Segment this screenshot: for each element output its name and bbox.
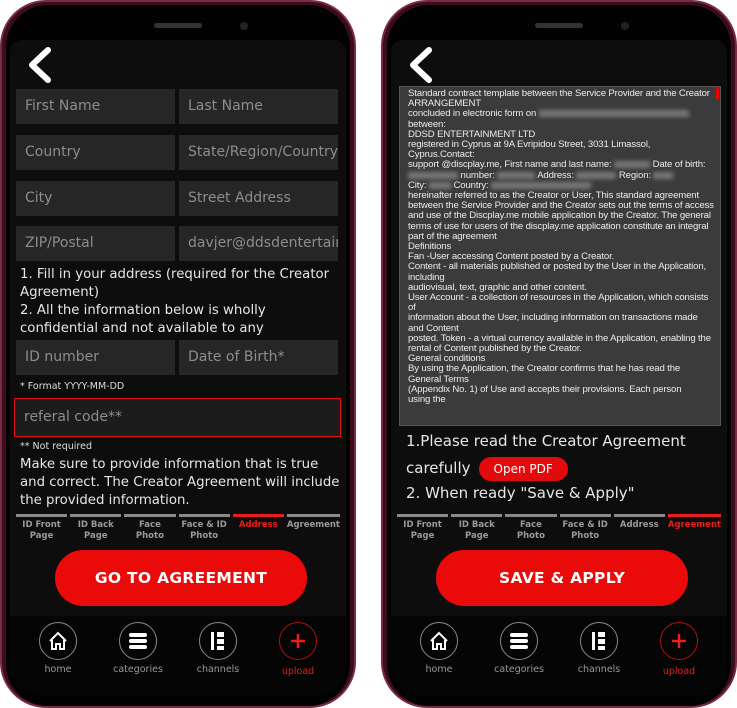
- read-agreement-instruction: 1.Please read the Creator Agreement care…: [406, 428, 716, 482]
- step-face-photo: Face Photo: [124, 514, 176, 542]
- nav-channels[interactable]: channels: [183, 616, 253, 695]
- save-apply-button[interactable]: SAVE & APPLY: [436, 550, 688, 606]
- plus-icon: [672, 634, 686, 648]
- state-input[interactable]: State/Region/Country: [179, 135, 338, 170]
- home-icon: [430, 631, 448, 650]
- open-pdf-button[interactable]: Open PDF: [478, 456, 568, 481]
- nav-categories[interactable]: categories: [484, 616, 554, 695]
- nav-upload[interactable]: upload: [263, 616, 333, 695]
- format-note: * Format YYYY-MM-DD: [20, 381, 125, 392]
- agreement-document[interactable]: Standard contract template between the S…: [399, 86, 721, 426]
- step-address: Address: [232, 514, 284, 542]
- disclaimer-text: Make sure to provide information that is…: [20, 457, 340, 508]
- document-scrollbar[interactable]: [716, 87, 719, 99]
- categories-icon: [510, 633, 528, 649]
- last-name-input[interactable]: Last Name: [179, 89, 338, 124]
- nav-home[interactable]: home: [23, 616, 93, 695]
- email-input[interactable]: davjer@ddsdentertainment: [179, 226, 338, 261]
- street-input[interactable]: Street Address: [179, 181, 338, 216]
- address-note: 1. Fill in your address (required for th…: [20, 267, 330, 300]
- step-agreement: Agreement: [667, 514, 721, 542]
- home-icon: [49, 631, 67, 650]
- step-face-id-photo: Face & ID Photo: [178, 514, 230, 542]
- save-instruction: 2. When ready "Save & Apply": [406, 484, 635, 502]
- country-input[interactable]: Country: [16, 135, 175, 170]
- step-id-front: ID Front Page: [397, 514, 449, 542]
- progress-steps: ID Front Page ID Back Page Face Photo Fa…: [397, 514, 721, 542]
- step-id-back: ID Back Page: [451, 514, 503, 542]
- address-screen: First Name Last Name Country State/Regio…: [10, 40, 346, 695]
- first-name-input[interactable]: First Name: [16, 89, 175, 124]
- plus-icon: [291, 634, 305, 648]
- step-id-back: ID Back Page: [70, 514, 122, 542]
- city-input[interactable]: City: [16, 181, 175, 216]
- referral-code-input[interactable]: referal code**: [14, 398, 341, 437]
- step-agreement: Agreement: [286, 514, 340, 542]
- channels-icon: [211, 632, 224, 650]
- nav-channels[interactable]: channels: [564, 616, 634, 695]
- nav-upload[interactable]: upload: [644, 616, 714, 695]
- step-face-id-photo: Face & ID Photo: [559, 514, 611, 542]
- back-arrow-icon[interactable]: [24, 46, 58, 84]
- channels-icon: [592, 632, 605, 650]
- back-arrow-icon[interactable]: [405, 46, 439, 84]
- step-id-front: ID Front Page: [16, 514, 68, 542]
- step-face-photo: Face Photo: [505, 514, 557, 542]
- bottom-nav: home categories channels upload: [391, 616, 727, 695]
- bottom-nav: home categories channels upload: [10, 616, 346, 695]
- id-number-input[interactable]: ID number: [16, 340, 175, 375]
- nav-home[interactable]: home: [404, 616, 474, 695]
- progress-steps: ID Front Page ID Back Page Face Photo Fa…: [16, 514, 340, 542]
- not-required-note: ** Not required: [20, 441, 92, 452]
- agreement-screen: Standard contract template between the S…: [391, 40, 727, 695]
- dob-input[interactable]: Date of Birth*: [179, 340, 338, 375]
- nav-categories[interactable]: categories: [103, 616, 173, 695]
- go-to-agreement-button[interactable]: GO TO AGREEMENT: [55, 550, 307, 606]
- step-address: Address: [613, 514, 665, 542]
- categories-icon: [129, 633, 147, 649]
- zip-input[interactable]: ZIP/Postal: [16, 226, 175, 261]
